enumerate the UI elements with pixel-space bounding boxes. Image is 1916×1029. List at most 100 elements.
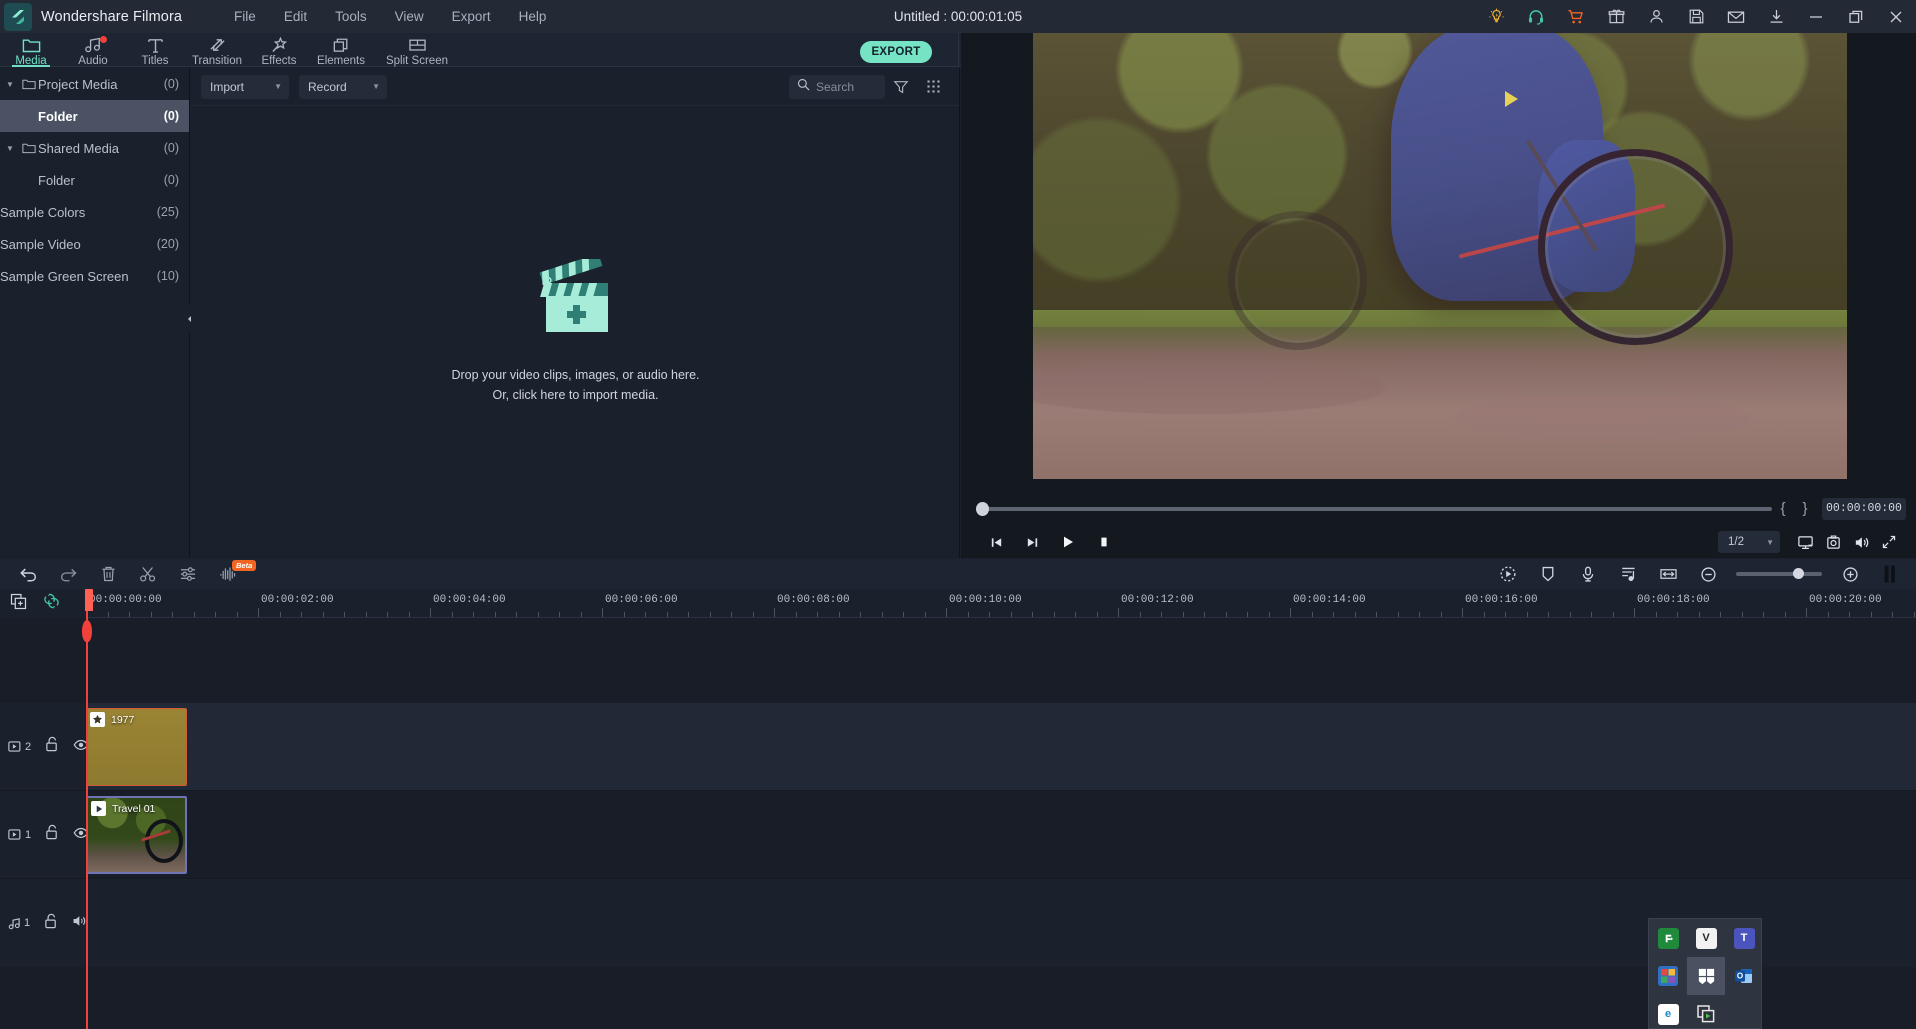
link-unlink-clips-icon[interactable] xyxy=(43,592,60,615)
volume-icon[interactable] xyxy=(1848,529,1874,555)
mail-icon[interactable] xyxy=(1716,0,1756,33)
add-track-icon[interactable] xyxy=(10,593,27,615)
export-button[interactable]: EXPORT xyxy=(860,41,932,63)
gift-icon[interactable] xyxy=(1596,0,1636,33)
video-preview[interactable] xyxy=(1033,33,1847,479)
tip-lightbulb-icon[interactable] xyxy=(1476,0,1516,33)
shopping-cart-icon[interactable] xyxy=(1556,0,1596,33)
tab-media[interactable]: Media xyxy=(0,33,62,67)
tab-transition[interactable]: Transition xyxy=(186,33,248,67)
tab-titles[interactable]: Titles xyxy=(124,33,186,67)
app-edge-legacy-icon[interactable]: e xyxy=(1649,995,1687,1029)
save-project-icon[interactable] xyxy=(1676,0,1716,33)
app-windows-icon[interactable] xyxy=(1687,957,1725,995)
tab-elements[interactable]: Elements xyxy=(310,33,372,67)
timeline-zoom-slider[interactable] xyxy=(1736,568,1822,579)
preview-quality-dropdown[interactable]: 1/2 ▼ xyxy=(1718,531,1780,553)
tab-audio[interactable]: Audio xyxy=(62,33,124,67)
timeline-empty-area[interactable] xyxy=(0,618,1916,703)
timeline-playhead[interactable] xyxy=(85,589,93,1029)
stop-button[interactable] xyxy=(1091,529,1117,555)
search-field[interactable] xyxy=(816,79,882,94)
minimize-window-icon[interactable] xyxy=(1796,0,1836,33)
media-dropzone[interactable]: Drop your video clips, images, or audio … xyxy=(191,106,960,558)
tab-effects[interactable]: Effects xyxy=(248,33,310,67)
record-dropdown[interactable]: Record ▼ xyxy=(299,74,387,99)
next-frame-button[interactable] xyxy=(1019,529,1045,555)
zoom-slider-handle[interactable] xyxy=(1792,568,1804,579)
sidebar-item-folder-shared[interactable]: Folder (0) xyxy=(0,164,189,196)
timeline-marker[interactable] xyxy=(82,620,92,642)
support-headset-icon[interactable] xyxy=(1516,0,1556,33)
prev-frame-button[interactable] xyxy=(983,529,1009,555)
timeline-clip-video[interactable]: Travel 01 xyxy=(86,796,187,874)
app-photos-icon[interactable] xyxy=(1649,957,1687,995)
mark-out-button[interactable]: } xyxy=(1794,500,1816,517)
ruler-label: 00:00:00:00 xyxy=(89,594,162,606)
timeline-ruler[interactable]: 00:00:00:00 00:00:02:00 00:00:04:00 00:00:0… xyxy=(86,589,1916,618)
chevron-down-icon[interactable]: ▼ xyxy=(0,144,20,153)
account-person-icon[interactable] xyxy=(1636,0,1676,33)
filter-funnel-icon[interactable] xyxy=(885,72,917,102)
app-media-player-icon[interactable] xyxy=(1687,995,1725,1029)
grid-view-icon[interactable] xyxy=(917,72,949,102)
track-clips[interactable]: Travel 01 xyxy=(86,791,1916,878)
adjust-sliders-icon[interactable] xyxy=(168,559,208,589)
sidebar-item-label: Shared Media xyxy=(38,140,119,156)
unlock-icon[interactable] xyxy=(45,824,59,845)
preview-scrubber[interactable] xyxy=(976,501,1772,516)
zoom-in-icon[interactable] xyxy=(1830,559,1870,589)
track-clips[interactable]: 1977 xyxy=(86,703,1916,790)
voiceover-mic-icon[interactable] xyxy=(1568,559,1608,589)
ruler-label: 00:00:12:00 xyxy=(1121,594,1194,606)
sidebar-item-sample-green-screen[interactable]: Sample Green Screen (10) xyxy=(0,260,189,292)
snapshot-camera-icon[interactable] xyxy=(1820,529,1846,555)
sidebar-item-project-media[interactable]: ▼ Project Media (0) xyxy=(0,68,189,100)
sidebar-item-folder-project[interactable]: Folder (0) xyxy=(0,100,189,132)
ruler-minor-tick xyxy=(881,612,883,617)
playhead-handle[interactable] xyxy=(85,589,93,611)
menu-export[interactable]: Export xyxy=(438,5,505,28)
restore-window-icon[interactable] xyxy=(1836,0,1876,33)
render-preview-icon[interactable] xyxy=(1488,559,1528,589)
tab-split-screen[interactable]: Split Screen xyxy=(372,33,462,67)
preview-timecode[interactable]: 00:00:00:00 xyxy=(1822,497,1906,520)
import-dropdown[interactable]: Import ▼ xyxy=(201,74,289,99)
add-marker-icon[interactable] xyxy=(1528,559,1568,589)
unlock-icon[interactable] xyxy=(44,913,58,934)
ruler-label: 00:00:04:00 xyxy=(433,594,506,606)
menu-view[interactable]: View xyxy=(381,5,438,28)
zoom-level-bars-icon[interactable] xyxy=(1870,559,1910,589)
app-filmora-icon[interactable] xyxy=(1649,919,1687,957)
redo-icon[interactable] xyxy=(48,559,88,589)
delete-trash-icon[interactable] xyxy=(88,559,128,589)
undo-icon[interactable] xyxy=(8,559,48,589)
fit-timeline-icon[interactable] xyxy=(1648,559,1688,589)
menu-tools[interactable]: Tools xyxy=(321,5,381,28)
track-clips[interactable] xyxy=(86,879,1916,967)
display-settings-icon[interactable] xyxy=(1792,529,1818,555)
audio-beat-detect-icon[interactable]: Beta xyxy=(208,559,257,589)
app-visio-icon[interactable]: V xyxy=(1687,919,1725,957)
fullscreen-icon[interactable] xyxy=(1876,529,1902,555)
mark-in-button[interactable]: { xyxy=(1772,500,1794,517)
sidebar-item-sample-video[interactable]: Sample Video (20) xyxy=(0,228,189,260)
search-input[interactable] xyxy=(789,74,885,99)
sidebar-item-sample-colors[interactable]: Sample Colors (25) xyxy=(0,196,189,228)
scrubber-handle[interactable] xyxy=(976,501,990,516)
chevron-down-icon[interactable]: ▼ xyxy=(0,80,20,89)
menu-file[interactable]: File xyxy=(220,5,270,28)
close-window-icon[interactable] xyxy=(1876,0,1916,33)
download-icon[interactable] xyxy=(1756,0,1796,33)
timeline-clip-filter[interactable]: 1977 xyxy=(86,708,187,786)
split-scissors-icon[interactable] xyxy=(128,559,168,589)
zoom-out-icon[interactable] xyxy=(1688,559,1728,589)
app-outlook-icon[interactable]: O xyxy=(1725,957,1763,995)
sidebar-item-shared-media[interactable]: ▼ Shared Media (0) xyxy=(0,132,189,164)
app-teams-icon[interactable]: T xyxy=(1725,919,1763,957)
menu-help[interactable]: Help xyxy=(505,5,561,28)
unlock-icon[interactable] xyxy=(45,736,59,757)
detach-audio-icon[interactable] xyxy=(1608,559,1648,589)
menu-edit[interactable]: Edit xyxy=(270,5,321,28)
play-button[interactable] xyxy=(1055,529,1081,555)
